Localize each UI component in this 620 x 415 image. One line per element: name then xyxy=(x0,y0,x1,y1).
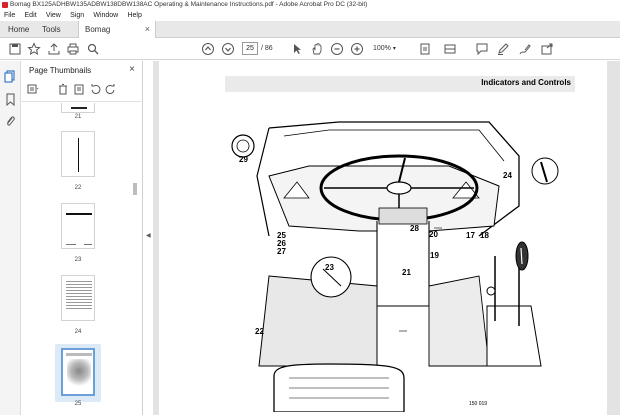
thumbnail-page-25[interactable] xyxy=(61,348,95,396)
highlight-pen-icon[interactable] xyxy=(496,42,510,56)
callout-29: 29 xyxy=(239,155,248,164)
bookmarks-icon[interactable] xyxy=(4,93,17,107)
page-number-input[interactable]: 25 xyxy=(242,42,258,55)
document-scrollbar[interactable] xyxy=(614,61,620,415)
collapse-panel-icon[interactable]: ◀ xyxy=(146,232,151,239)
page-total: / 86 xyxy=(261,45,273,52)
comment-icon[interactable] xyxy=(475,42,489,56)
menu-file[interactable]: File xyxy=(1,10,18,21)
tab-document[interactable]: Bomag BX125ADH... × xyxy=(78,21,156,51)
document-viewer[interactable]: Indicators and Controls 29 24 28 25 26 2… xyxy=(153,61,620,415)
main-toolbar: 25 / 86 100% ▾ xyxy=(0,38,620,60)
callout-22: 22 xyxy=(255,327,264,336)
tab-bar: Home Tools Bomag BX125ADH... × xyxy=(0,21,620,51)
page-header-title: Indicators and Controls xyxy=(481,78,571,87)
zoom-out-icon[interactable] xyxy=(330,42,344,56)
menu-help[interactable]: Help xyxy=(124,10,144,21)
delete-page-icon[interactable] xyxy=(57,83,69,95)
previous-page-icon[interactable] xyxy=(201,42,215,56)
callout-28: 28 xyxy=(410,224,419,233)
scroll-mode-icon[interactable] xyxy=(443,42,457,56)
thumbnail-label-22: 22 xyxy=(74,185,82,191)
chevron-down-icon: ▾ xyxy=(392,46,396,52)
panel-close-icon[interactable]: × xyxy=(129,64,135,75)
save-icon[interactable] xyxy=(8,42,22,56)
fit-page-icon[interactable] xyxy=(418,42,432,56)
menu-bar: File Edit View Sign Window Help xyxy=(0,10,620,21)
acrobat-app-icon xyxy=(2,2,8,8)
thumbnail-page-24[interactable] xyxy=(61,275,95,321)
panel-scrollbar[interactable] xyxy=(131,103,139,415)
pdf-page: Indicators and Controls 29 24 28 25 26 2… xyxy=(159,61,607,415)
left-navigation-rail xyxy=(0,61,21,415)
thumbnail-page-22[interactable] xyxy=(61,131,95,177)
callout-18: 18 xyxy=(480,231,489,240)
hand-tool-icon[interactable] xyxy=(310,42,324,56)
panel-title: Page Thumbnails xyxy=(29,66,92,75)
callout-21: 21 xyxy=(402,268,411,277)
zoom-level-value: 100% xyxy=(373,45,391,52)
thumbnail-label-25: 25 xyxy=(74,401,82,407)
next-page-icon[interactable] xyxy=(221,42,235,56)
rotate-right-icon[interactable] xyxy=(105,83,117,95)
insert-page-icon[interactable] xyxy=(73,83,85,95)
thumbnail-label-23: 23 xyxy=(74,257,82,263)
zoom-in-icon[interactable] xyxy=(350,42,364,56)
window-titlebar: Bomag BX125ADHBW135ADBW138DBW138AC Opera… xyxy=(0,0,620,10)
window-title: Bomag BX125ADHBW135ADBW138DBW138AC Opera… xyxy=(10,1,368,8)
page-header-band: Indicators and Controls xyxy=(225,76,575,92)
select-cursor-icon[interactable] xyxy=(290,42,304,56)
tab-home[interactable]: Home xyxy=(8,21,29,38)
callout-27: 27 xyxy=(277,247,286,256)
upload-icon[interactable] xyxy=(47,42,61,56)
rotate-left-icon[interactable] xyxy=(89,83,101,95)
menu-window[interactable]: Window xyxy=(90,10,121,21)
zoom-search-icon[interactable] xyxy=(86,42,100,56)
tab-tools[interactable]: Tools xyxy=(42,21,61,38)
machine-controls-illustration xyxy=(231,121,559,412)
thumbnail-page-23[interactable] xyxy=(61,203,95,249)
tab-close-icon[interactable]: × xyxy=(145,21,150,38)
page-thumbnails-icon[interactable] xyxy=(4,70,17,83)
print-icon[interactable] xyxy=(66,42,80,56)
callout-17: 17 xyxy=(466,231,475,240)
attachments-paperclip-icon[interactable] xyxy=(4,115,17,128)
callout-23: 23 xyxy=(325,263,334,272)
panel-scrollbar-thumb[interactable] xyxy=(133,183,137,195)
thumbnail-label-21: 21 xyxy=(74,114,82,120)
sign-pen-icon[interactable] xyxy=(518,42,532,56)
share-tools-icon[interactable] xyxy=(540,42,554,56)
thumbnail-page-21[interactable] xyxy=(61,103,95,113)
thumbnail-options-icon[interactable] xyxy=(27,83,39,95)
callout-19: 19 xyxy=(430,251,439,260)
figure-code: 150 019 xyxy=(469,401,488,407)
panel-divider xyxy=(21,101,143,102)
thumbnail-label-24: 24 xyxy=(74,329,82,335)
callout-20: 20 xyxy=(429,230,438,239)
menu-edit[interactable]: Edit xyxy=(22,10,40,21)
menu-sign[interactable]: Sign xyxy=(67,10,87,21)
menu-view[interactable]: View xyxy=(43,10,64,21)
callout-24: 24 xyxy=(503,171,512,180)
zoom-level-dropdown[interactable]: 100% ▾ xyxy=(373,42,400,55)
page-thumbnails-panel: Page Thumbnails × 21 22 23 24 25 xyxy=(21,61,143,415)
bookmark-star-icon[interactable] xyxy=(27,42,41,56)
